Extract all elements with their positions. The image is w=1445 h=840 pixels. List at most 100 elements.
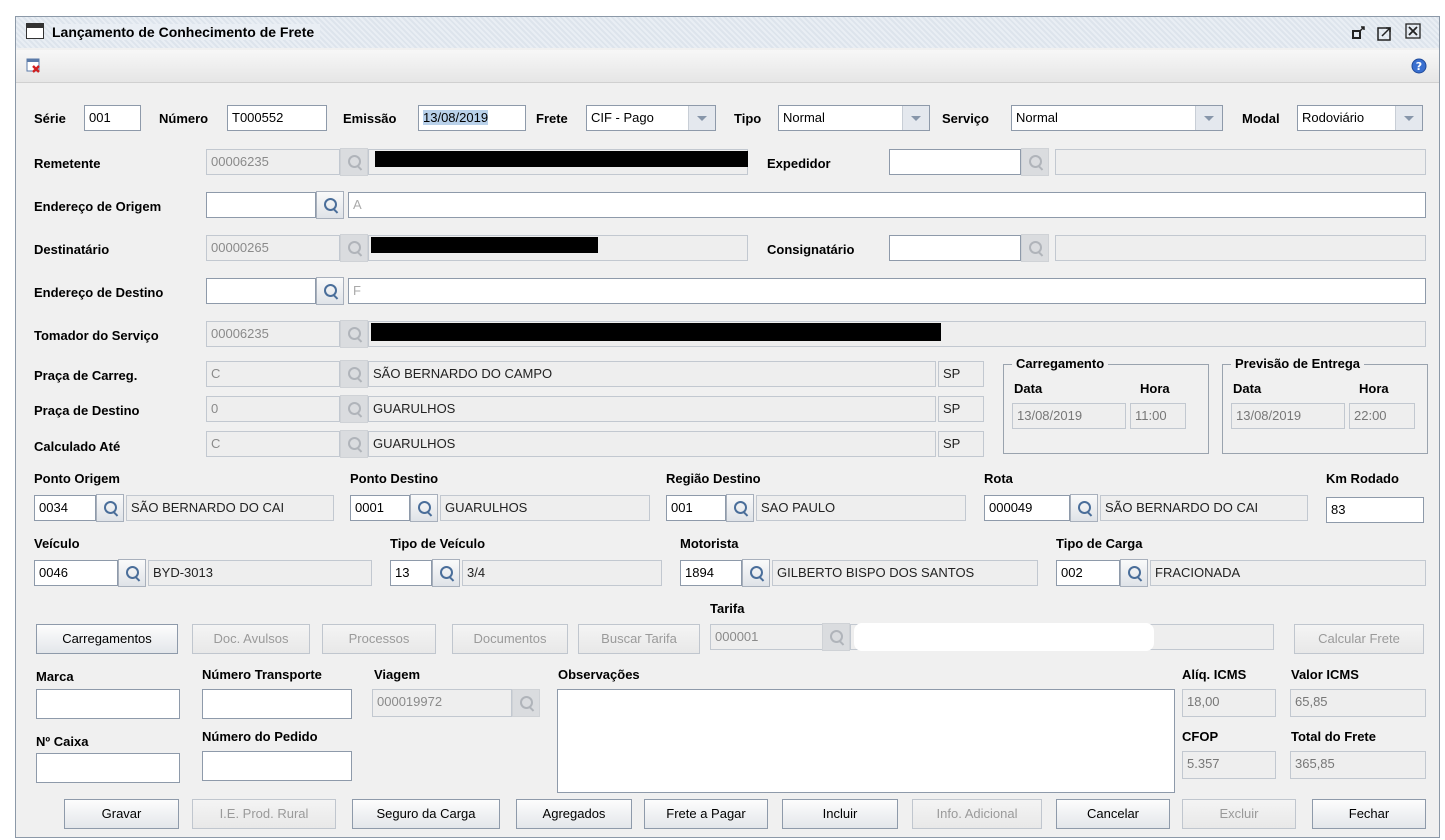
tomador-code[interactable]: 00006235 (206, 321, 340, 347)
tarifa-code[interactable]: 000001 (710, 624, 824, 650)
numero-pedido-input[interactable] (202, 751, 352, 781)
caixa-label: Nº Caixa (36, 734, 89, 749)
endereco-origem-code[interactable] (206, 192, 316, 218)
destinatario-code[interactable]: 00000265 (206, 235, 340, 261)
praca-carreg-search-icon[interactable] (340, 360, 368, 388)
calculado-ate-code[interactable]: C (206, 431, 340, 457)
numero-transporte-input[interactable] (202, 689, 352, 719)
endereco-destino-search-icon[interactable] (316, 277, 344, 305)
frete-pagar-button[interactable]: Frete a Pagar (644, 799, 768, 829)
observacoes-textarea[interactable] (557, 689, 1175, 793)
agregados-button[interactable]: Agregados (516, 799, 632, 829)
remetente-label: Remetente (34, 156, 101, 171)
calcular-frete-button[interactable]: Calcular Frete (1294, 624, 1424, 654)
processos-button[interactable]: Processos (322, 624, 436, 654)
ponto-origem-code[interactable]: 0034 (34, 495, 96, 521)
title-bar[interactable]: Lançamento de Conhecimento de Frete (16, 17, 1439, 48)
endereco-destino-code[interactable] (206, 278, 316, 304)
carregamentos-button[interactable]: Carregamentos (36, 624, 178, 654)
viagem-label: Viagem (374, 667, 421, 682)
doc-avulsos-button[interactable]: Doc. Avulsos (192, 624, 310, 654)
ie-prod-rural-button[interactable]: I.E. Prod. Rural (192, 799, 336, 829)
carregamento-title: Carregamento (1012, 356, 1109, 371)
tipo-carga-code[interactable]: 002 (1056, 560, 1120, 586)
exit-icon[interactable] (26, 58, 42, 74)
previsao-hora: 22:00 (1349, 403, 1415, 429)
window-title: Lançamento de Conhecimento de Frete (52, 24, 321, 40)
expedidor-search-icon[interactable] (1021, 148, 1049, 176)
regiao-destino-search-icon[interactable] (726, 494, 754, 522)
serie-input[interactable]: 001 (84, 105, 141, 131)
info-adicional-button[interactable]: Info. Adicional (912, 799, 1042, 829)
endereco-origem-text[interactable]: A (348, 192, 1426, 218)
maximize-icon[interactable] (1377, 25, 1393, 41)
buscar-tarifa-button[interactable]: Buscar Tarifa (578, 624, 700, 654)
tipo-carga-search-icon[interactable] (1120, 559, 1148, 587)
emissao-value: 13/08/2019 (423, 110, 489, 125)
rota-code[interactable]: 000049 (984, 495, 1070, 521)
viagem-input[interactable]: 000019972 (372, 689, 512, 717)
calculado-ate-label: Calculado Até (34, 439, 121, 454)
endereco-origem-search-icon[interactable] (316, 191, 344, 219)
viagem-search-icon[interactable] (512, 689, 540, 717)
calculado-ate-search-icon[interactable] (340, 430, 368, 458)
remetente-search-icon[interactable] (340, 148, 368, 176)
gravar-button[interactable]: Gravar (64, 799, 179, 829)
regiao-destino-code[interactable]: 001 (666, 495, 726, 521)
motorista-code[interactable]: 1894 (680, 560, 742, 586)
endereco-destino-text[interactable]: F (348, 278, 1426, 304)
modal-select[interactable]: Rodoviário (1297, 105, 1423, 131)
praca-carreg-code[interactable]: C (206, 361, 340, 387)
tipo-veiculo-code[interactable]: 13 (390, 560, 432, 586)
emissao-input[interactable]: 13/08/2019 (418, 105, 526, 131)
praca-destino-code[interactable]: 0 (206, 396, 340, 422)
help-icon[interactable]: ? (1411, 58, 1427, 74)
fechar-button[interactable]: Fechar (1312, 799, 1426, 829)
expedidor-label: Expedidor (767, 156, 831, 171)
ponto-destino-search-icon[interactable] (410, 494, 438, 522)
tipo-veiculo-search-icon[interactable] (432, 559, 460, 587)
toolbar: ? (16, 50, 1439, 83)
tipo-select[interactable]: Normal (778, 105, 930, 131)
rota-search-icon[interactable] (1070, 494, 1098, 522)
expedidor-name (1055, 149, 1426, 175)
veiculo-search-icon[interactable] (118, 559, 146, 587)
servico-dropdown-arrow-icon[interactable] (1195, 106, 1222, 130)
excluir-button[interactable]: Excluir (1182, 799, 1296, 829)
tarifa-search-icon[interactable] (822, 623, 850, 651)
tipo-dropdown-arrow-icon[interactable] (902, 106, 929, 130)
calculado-ate-uf: SP (938, 431, 984, 457)
marca-input[interactable] (36, 689, 180, 719)
consignatario-code[interactable] (889, 235, 1021, 261)
destinatario-search-icon[interactable] (340, 234, 368, 262)
consignatario-search-icon[interactable] (1021, 234, 1049, 262)
incluir-button[interactable]: Incluir (782, 799, 898, 829)
frete-select[interactable]: CIF - Pago (586, 105, 716, 131)
expedidor-code[interactable] (889, 149, 1021, 175)
numero-pedido-label: Número do Pedido (202, 729, 318, 744)
close-icon[interactable] (1405, 23, 1421, 39)
frete-value: CIF - Pago (591, 110, 654, 125)
ponto-origem-search-icon[interactable] (96, 494, 124, 522)
tomador-search-icon[interactable] (340, 320, 368, 348)
caixa-input[interactable] (36, 753, 180, 783)
motorista-search-icon[interactable] (742, 559, 770, 587)
carregamento-hora: 11:00 (1130, 403, 1186, 429)
ponto-destino-code[interactable]: 0001 (350, 495, 410, 521)
minimize-icon[interactable] (1352, 25, 1366, 39)
rota-label: Rota (984, 471, 1013, 486)
remetente-code[interactable]: 00006235 (206, 149, 340, 175)
km-rodado-input[interactable]: 83 (1326, 497, 1424, 523)
documentos-button[interactable]: Documentos (452, 624, 568, 654)
marca-label: Marca (36, 669, 74, 684)
praca-destino-uf: SP (938, 396, 984, 422)
seguro-carga-button[interactable]: Seguro da Carga (352, 799, 500, 829)
praca-destino-search-icon[interactable] (340, 395, 368, 423)
numero-input[interactable]: T000552 (227, 105, 327, 131)
modal-dropdown-arrow-icon[interactable] (1395, 106, 1422, 130)
servico-select[interactable]: Normal (1011, 105, 1223, 131)
veiculo-code[interactable]: 0046 (34, 560, 118, 586)
frete-dropdown-arrow-icon[interactable] (688, 106, 715, 130)
tipo-label: Tipo (734, 111, 762, 126)
cancelar-button[interactable]: Cancelar (1056, 799, 1170, 829)
